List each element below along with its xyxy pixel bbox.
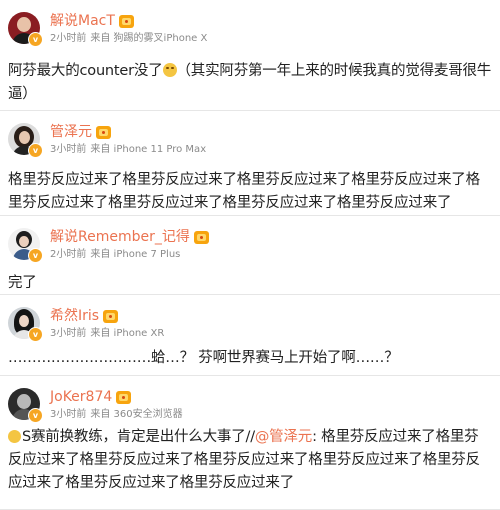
post-source: 来自 iPhone 7 Plus — [90, 249, 181, 260]
verified-icon: v — [28, 248, 43, 263]
post-meta: 3小时前 来自 360安全浏览器 — [50, 408, 187, 422]
post-meta: 2小时前 来自 狗踢的雾叉iPhone X — [50, 32, 211, 46]
vip-badge-icon — [116, 390, 132, 404]
post-text: …………………………蛤…？ 芬啊世界赛马上开始了啊……？ — [8, 350, 399, 366]
post-time[interactable]: 3小时前 — [50, 328, 86, 339]
post-time[interactable]: 2小时前 — [50, 33, 86, 44]
emoji-icon — [162, 63, 177, 77]
username[interactable]: 管泽元 — [50, 123, 92, 141]
username[interactable]: 解说Remember_记得 — [50, 228, 190, 246]
post-meta: 3小时前 来自 iPhone XR — [50, 327, 168, 341]
post-meta: 3小时前 来自 iPhone 11 Pro Max — [50, 143, 210, 157]
avatar[interactable]: v — [8, 307, 43, 342]
post-source: 来自 狗踢的雾叉iPhone X — [90, 33, 208, 44]
post-time[interactable]: 3小时前 — [50, 409, 86, 420]
avatar[interactable]: v — [8, 228, 43, 263]
vip-badge-icon — [118, 14, 134, 28]
post-text-main: 阿芬最大的counter没了 — [8, 63, 163, 79]
verified-icon: v — [28, 143, 43, 158]
post-text: 格里芬反应过来了格里芬反应过来了格里芬反应过来了格里芬反应过来了格里芬反应过来了… — [8, 172, 480, 211]
post-text: 完了 — [8, 275, 37, 291]
post: v JoKer874 3小时前 来自 360安全浏览器 S赛前换教练，肯定是出什么… — [0, 376, 500, 510]
post: v 解说Remember_记得 2小时前 来自 iPhone 7 Plus 完了 — [0, 216, 500, 295]
mention-link[interactable]: @管泽元 — [255, 429, 312, 445]
post-time[interactable]: 3小时前 — [50, 144, 86, 155]
verified-icon: v — [28, 408, 43, 423]
verified-icon: v — [28, 32, 43, 47]
post-source: 来自 360安全浏览器 — [90, 409, 183, 420]
emoji-icon — [8, 430, 21, 443]
post: v 管泽元 3小时前 来自 iPhone 11 Pro Max 格里芬反应过来了格… — [0, 111, 500, 216]
username[interactable]: 解说MacT — [50, 12, 115, 30]
post-meta: 2小时前 来自 iPhone 7 Plus — [50, 248, 209, 262]
post-time[interactable]: 2小时前 — [50, 249, 86, 260]
vip-badge-icon — [103, 309, 119, 323]
post: v 解说MacT 2小时前 来自 狗踢的雾叉iPhone X 阿芬最大的count… — [0, 0, 500, 111]
post-text: 阿芬最大的counter没了 （其实阿芬第一年上来的时候我真的觉得麦哥很牛逼） — [8, 60, 492, 106]
post: v 希然Iris 3小时前 来自 iPhone XR …………………………蛤…？ … — [0, 295, 500, 376]
post-source: 来自 iPhone 11 Pro Max — [90, 144, 207, 155]
verified-icon: v — [28, 327, 43, 342]
avatar[interactable]: v — [8, 388, 43, 423]
post-text-main: S赛前换教练，肯定是出什么大事了// — [22, 429, 255, 445]
vip-badge-icon — [193, 230, 209, 244]
username[interactable]: JoKer874 — [50, 388, 112, 406]
username[interactable]: 希然Iris — [50, 307, 99, 325]
post-text: S赛前换教练，肯定是出什么大事了//@管泽元: 格里芬反应过来了格里芬反应过来了… — [8, 426, 492, 495]
avatar[interactable]: v — [8, 12, 43, 47]
avatar[interactable]: v — [8, 123, 43, 158]
post-source: 来自 iPhone XR — [90, 328, 165, 339]
vip-badge-icon — [96, 125, 111, 139]
